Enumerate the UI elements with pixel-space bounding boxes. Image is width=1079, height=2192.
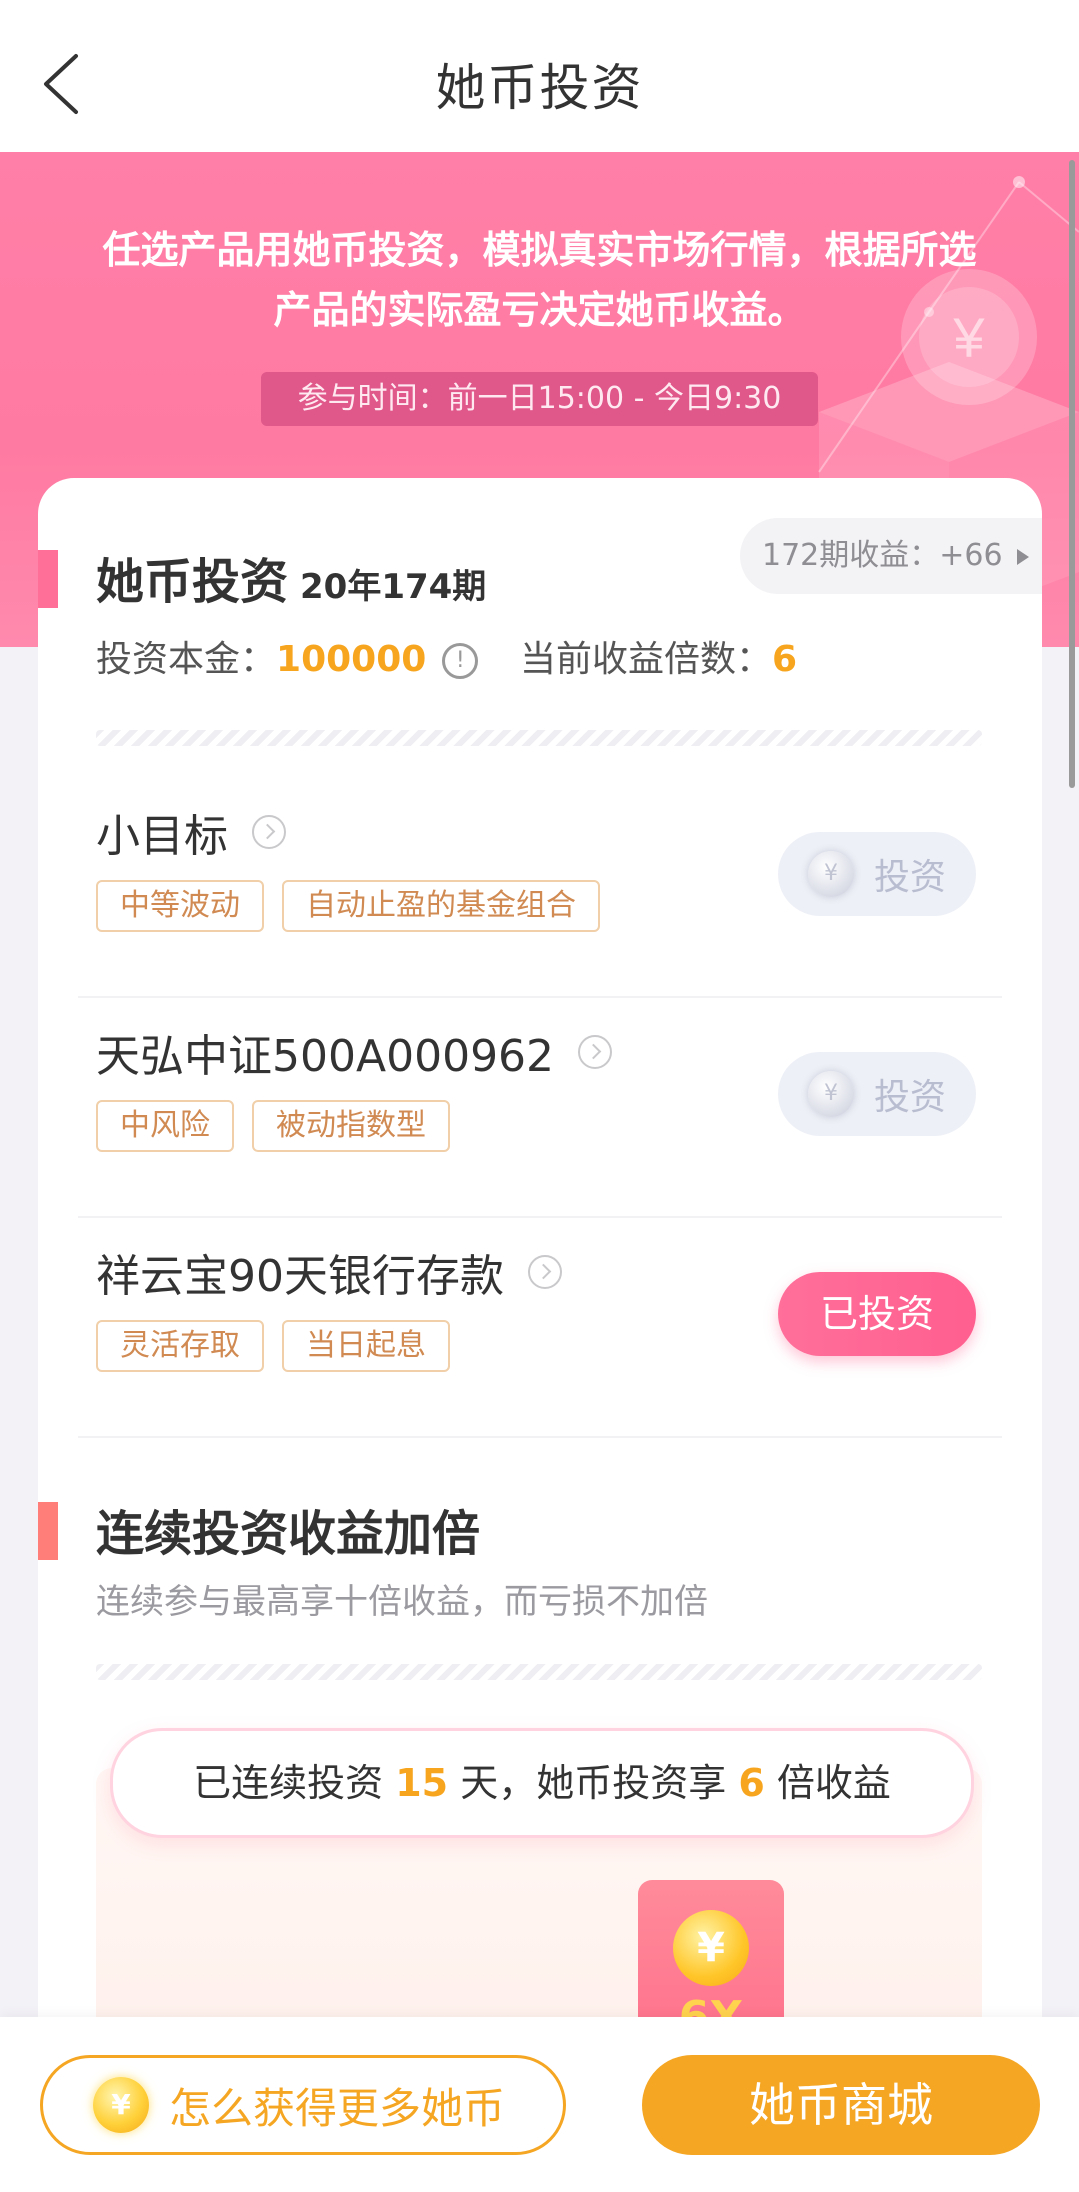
invest-button[interactable]: ¥ 投资 bbox=[778, 1052, 976, 1136]
principal-label: 投资本金： bbox=[96, 639, 277, 680]
multiplier-badge: ¥ 6X bbox=[638, 1880, 784, 2038]
product-name-row: 天弘中证500A000962 bbox=[96, 1020, 613, 1084]
bottom-bar: ¥ 怎么获得更多她币 她币商城 bbox=[0, 2017, 1079, 2192]
invest-period: 20年174期 bbox=[300, 567, 487, 607]
streak-status: 已连续投资 15 天，她币投资享 6 倍收益 bbox=[110, 1728, 974, 1838]
product-item[interactable]: 小目标 中等波动 自动止盈的基金组合 ¥ 投资 bbox=[78, 778, 1002, 998]
product-tags: 中风险 被动指数型 bbox=[96, 1100, 450, 1152]
principal-value: 100000 bbox=[276, 639, 427, 680]
play-arrow-icon bbox=[1016, 548, 1029, 565]
product-tag: 中风险 bbox=[96, 1100, 234, 1152]
invested-button[interactable]: 已投资 bbox=[778, 1272, 976, 1356]
product-name-row: 祥云宝90天银行存款 bbox=[96, 1240, 562, 1304]
nav-bar: 她币投资 bbox=[0, 0, 1079, 152]
product-tags: 灵活存取 当日起息 bbox=[96, 1320, 450, 1372]
streak-times: 6 bbox=[738, 1761, 765, 1805]
coin-icon: ¥ bbox=[807, 1071, 854, 1117]
divider bbox=[96, 730, 982, 746]
section-title-invest: 她币投资 20年174期 bbox=[96, 542, 486, 612]
participation-time: 参与时间：前一日15:00 - 今日9:30 bbox=[261, 372, 818, 426]
product-tag: 灵活存取 bbox=[96, 1320, 264, 1372]
prev-period-result-button[interactable]: 172期收益：+66 bbox=[740, 518, 1042, 594]
product-name: 小目标 bbox=[96, 811, 228, 862]
section-title-streak: 连续投资收益加倍 bbox=[96, 1506, 481, 1562]
section-marker bbox=[38, 550, 58, 608]
streak-text: 已连续投资 bbox=[193, 1761, 384, 1805]
invest-card: 她币投资 20年174期 172期收益：+66 投资本金：100000! 当前收益… bbox=[38, 478, 1042, 2038]
info-icon[interactable]: ! bbox=[442, 643, 479, 679]
section-marker bbox=[38, 1502, 58, 1560]
invest-button-label: 投资 bbox=[873, 1077, 946, 1118]
get-more-coins-label: 怎么获得更多她币 bbox=[169, 2083, 506, 2133]
product-tag: 当日起息 bbox=[282, 1320, 450, 1372]
chevron-right-icon[interactable] bbox=[528, 1255, 562, 1289]
get-more-coins-button[interactable]: ¥ 怎么获得更多她币 bbox=[40, 2055, 566, 2155]
product-item[interactable]: 祥云宝90天银行存款 灵活存取 当日起息 已投资 bbox=[78, 1218, 1002, 1438]
product-name: 祥云宝90天银行存款 bbox=[96, 1251, 504, 1302]
multiplier-value: 6 bbox=[772, 639, 798, 680]
coin-icon: ¥ bbox=[807, 851, 854, 897]
page-title: 她币投资 bbox=[435, 59, 644, 117]
multiplier-label: 当前收益倍数： bbox=[520, 639, 773, 680]
product-tag: 被动指数型 bbox=[252, 1100, 450, 1152]
chevron-right-icon[interactable] bbox=[252, 815, 286, 849]
invest-title: 她币投资 bbox=[96, 554, 289, 610]
gold-coin-icon: ¥ bbox=[93, 2077, 149, 2133]
product-tag: 中等波动 bbox=[96, 880, 264, 932]
streak-text: 天，她币投资享 bbox=[460, 1761, 727, 1805]
product-tags: 中等波动 自动止盈的基金组合 bbox=[96, 880, 600, 932]
coin-mall-button[interactable]: 她币商城 bbox=[642, 2055, 1040, 2155]
banner-intro-text: 任选产品用她币投资，模拟真实市场行情，根据所选产品的实际盈亏决定她币收益。 bbox=[102, 228, 977, 332]
gold-coin-icon: ¥ bbox=[673, 1910, 749, 1986]
product-name: 天弘中证500A000962 bbox=[96, 1031, 555, 1082]
scrollbar[interactable] bbox=[1069, 160, 1075, 788]
invest-button[interactable]: ¥ 投资 bbox=[778, 832, 976, 916]
invest-button-label: 投资 bbox=[873, 857, 946, 898]
multiplier-stat: 当前收益倍数：6 bbox=[520, 630, 797, 682]
principal-stat: 投资本金：100000! bbox=[96, 630, 479, 682]
streak-subtitle: 连续参与最高享十倍收益，而亏损不加倍 bbox=[96, 1582, 708, 1622]
product-name-row: 小目标 bbox=[96, 800, 286, 864]
streak-text: 倍收益 bbox=[776, 1761, 891, 1805]
chevron-right-icon[interactable] bbox=[578, 1035, 613, 1069]
divider bbox=[96, 1664, 982, 1680]
streak-days: 15 bbox=[395, 1761, 449, 1805]
product-item[interactable]: 天弘中证500A000962 中风险 被动指数型 ¥ 投资 bbox=[78, 998, 1002, 1218]
prev-period-result: 172期收益：+66 bbox=[762, 538, 1003, 573]
product-tag: 自动止盈的基金组合 bbox=[282, 880, 600, 932]
